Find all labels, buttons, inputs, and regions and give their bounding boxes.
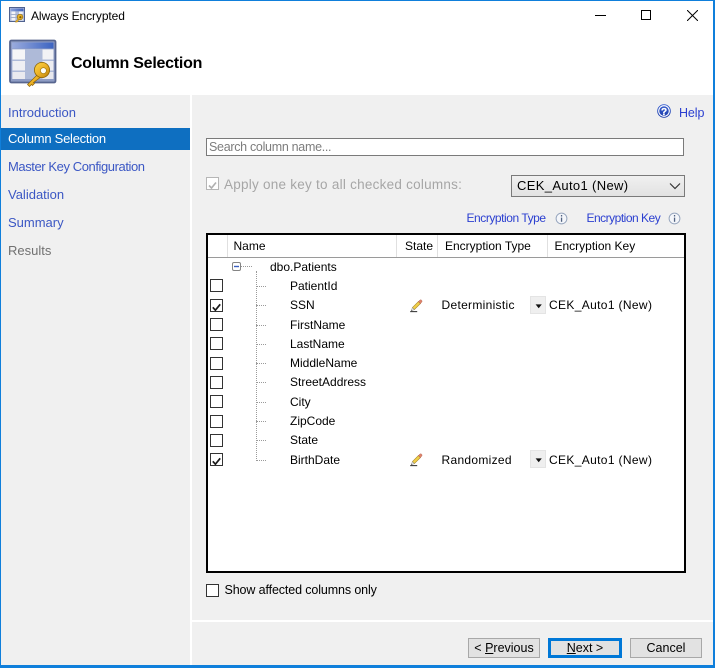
svg-text:?: ? <box>661 107 667 118</box>
